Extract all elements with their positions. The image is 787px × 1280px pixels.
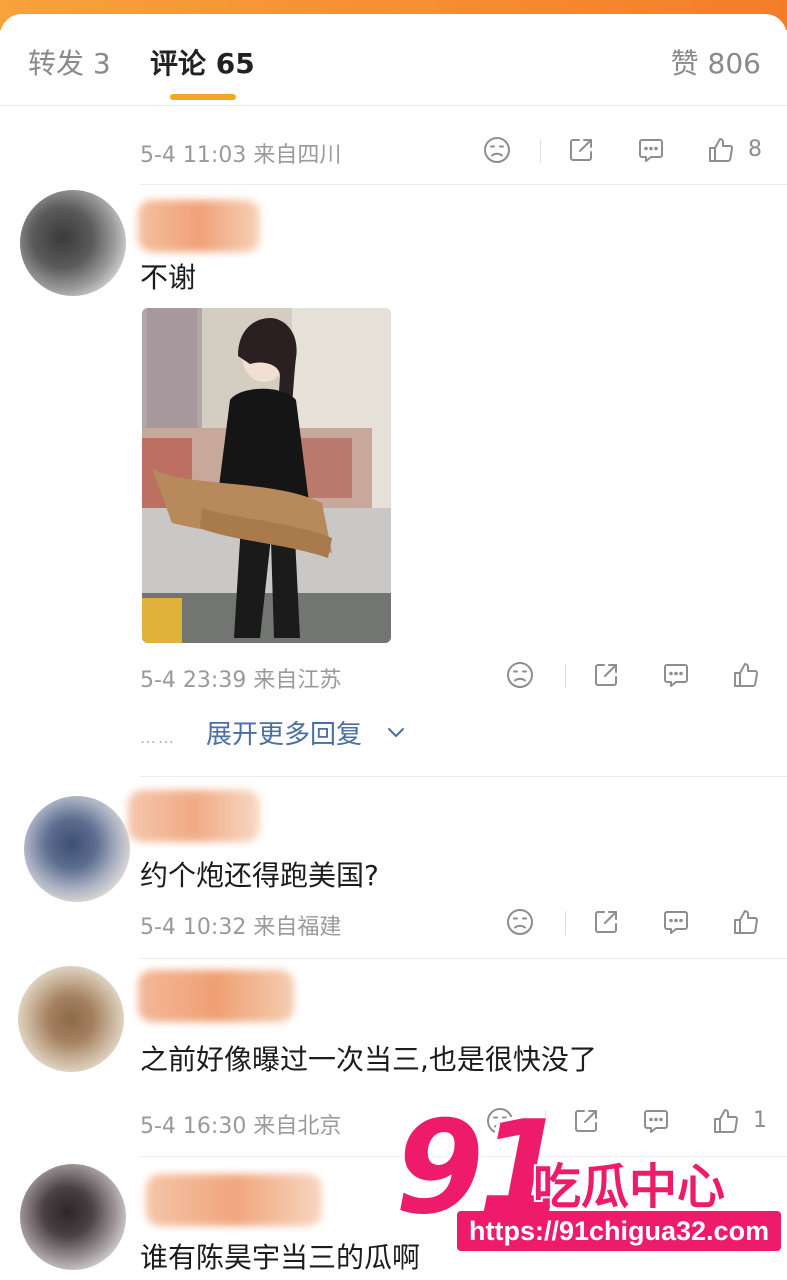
comment-button[interactable] xyxy=(661,660,693,692)
comment-location: 来自江苏 xyxy=(253,668,342,693)
tab-indicator xyxy=(170,94,236,100)
avatar[interactable] xyxy=(24,796,130,902)
avatar[interactable] xyxy=(20,190,126,296)
share-button[interactable] xyxy=(566,135,598,167)
comment-sheet: 转发 3 评论 65 赞 806 5-4 11:03 来自四川 8 不谢 5-4… xyxy=(0,14,787,1280)
comment-icon xyxy=(639,139,663,162)
dislike-icon xyxy=(507,909,533,935)
username-redacted[interactable] xyxy=(128,790,260,842)
comment-actions xyxy=(505,660,785,694)
dislike-button[interactable] xyxy=(505,660,537,692)
share-icon xyxy=(595,664,617,686)
thumbs-up-icon xyxy=(734,663,758,688)
share-button[interactable] xyxy=(591,660,623,692)
comment-actions xyxy=(505,907,785,941)
comment-button[interactable] xyxy=(636,135,668,167)
avatar[interactable] xyxy=(20,1164,126,1270)
comment-button[interactable] xyxy=(661,907,693,939)
comment-text: 约个炮还得跑美国? xyxy=(140,859,379,892)
dislike-icon xyxy=(484,137,510,163)
comment-divider xyxy=(140,958,787,959)
comment-image[interactable] xyxy=(142,308,391,643)
watermark-name: 吃瓜中心 xyxy=(533,1159,726,1215)
tab-bar: 转发 3 评论 65 赞 806 xyxy=(0,14,787,106)
like-count: 8 xyxy=(748,137,762,162)
tab-like[interactable]: 赞 806 xyxy=(671,42,761,82)
comment-icon xyxy=(664,911,688,934)
comment-text: 谁有陈昊宇当三的瓜啊 xyxy=(140,1241,421,1274)
username-redacted[interactable] xyxy=(138,970,294,1022)
like-button[interactable] xyxy=(731,660,763,692)
action-separator xyxy=(565,664,566,688)
comment-text: 之前好像曝过一次当三,也是很快没了 xyxy=(140,1043,597,1076)
comment-time: 5-4 16:30 xyxy=(140,1114,247,1139)
comment-time: 5-4 10:32 xyxy=(140,915,247,940)
share-button[interactable] xyxy=(591,907,623,939)
comment-location: 来自四川 xyxy=(253,143,342,168)
username-redacted[interactable] xyxy=(146,1174,322,1226)
dislike-button[interactable] xyxy=(482,135,514,167)
action-separator xyxy=(540,139,541,163)
photo-illustration xyxy=(142,308,391,643)
action-separator xyxy=(565,911,566,935)
comment-actions: 8 xyxy=(480,135,780,169)
thumbs-up-icon xyxy=(734,910,758,935)
share-icon xyxy=(595,911,617,933)
share-icon xyxy=(570,139,592,161)
like-button[interactable] xyxy=(706,135,738,167)
chevron-down-icon xyxy=(388,728,404,737)
dislike-icon xyxy=(507,662,533,688)
comment-divider xyxy=(140,184,787,185)
username-redacted[interactable] xyxy=(138,200,260,252)
tab-repost[interactable]: 转发 3 xyxy=(28,42,111,82)
comment-meta: 5-4 23:39 来自江苏 xyxy=(140,662,341,694)
expand-label: 展开更多回复 xyxy=(206,720,363,750)
dislike-button[interactable] xyxy=(505,907,537,939)
site-watermark: 91 吃瓜中心 https://91chigua32.com xyxy=(395,1105,782,1265)
comment-time: 5-4 11:03 xyxy=(140,143,247,168)
comment-location: 来自北京 xyxy=(253,1114,342,1139)
thumbs-up-icon xyxy=(709,138,733,163)
avatar[interactable] xyxy=(18,966,124,1072)
comment-location: 来自福建 xyxy=(253,915,342,940)
tab-comment[interactable]: 评论 65 xyxy=(150,42,255,82)
comment-text: 不谢 xyxy=(140,261,197,294)
expand-dots: …… xyxy=(140,728,176,747)
watermark-url: https://91chigua32.com xyxy=(457,1211,782,1251)
comment-icon xyxy=(664,664,688,687)
comment-meta: 5-4 11:03 来自四川 xyxy=(140,137,341,169)
comment-divider xyxy=(140,776,787,777)
comment-meta: 5-4 10:32 来自福建 xyxy=(140,909,341,941)
comment-time: 5-4 23:39 xyxy=(140,668,247,693)
like-button[interactable] xyxy=(731,907,763,939)
comment-meta: 5-4 16:30 来自北京 xyxy=(140,1108,341,1140)
